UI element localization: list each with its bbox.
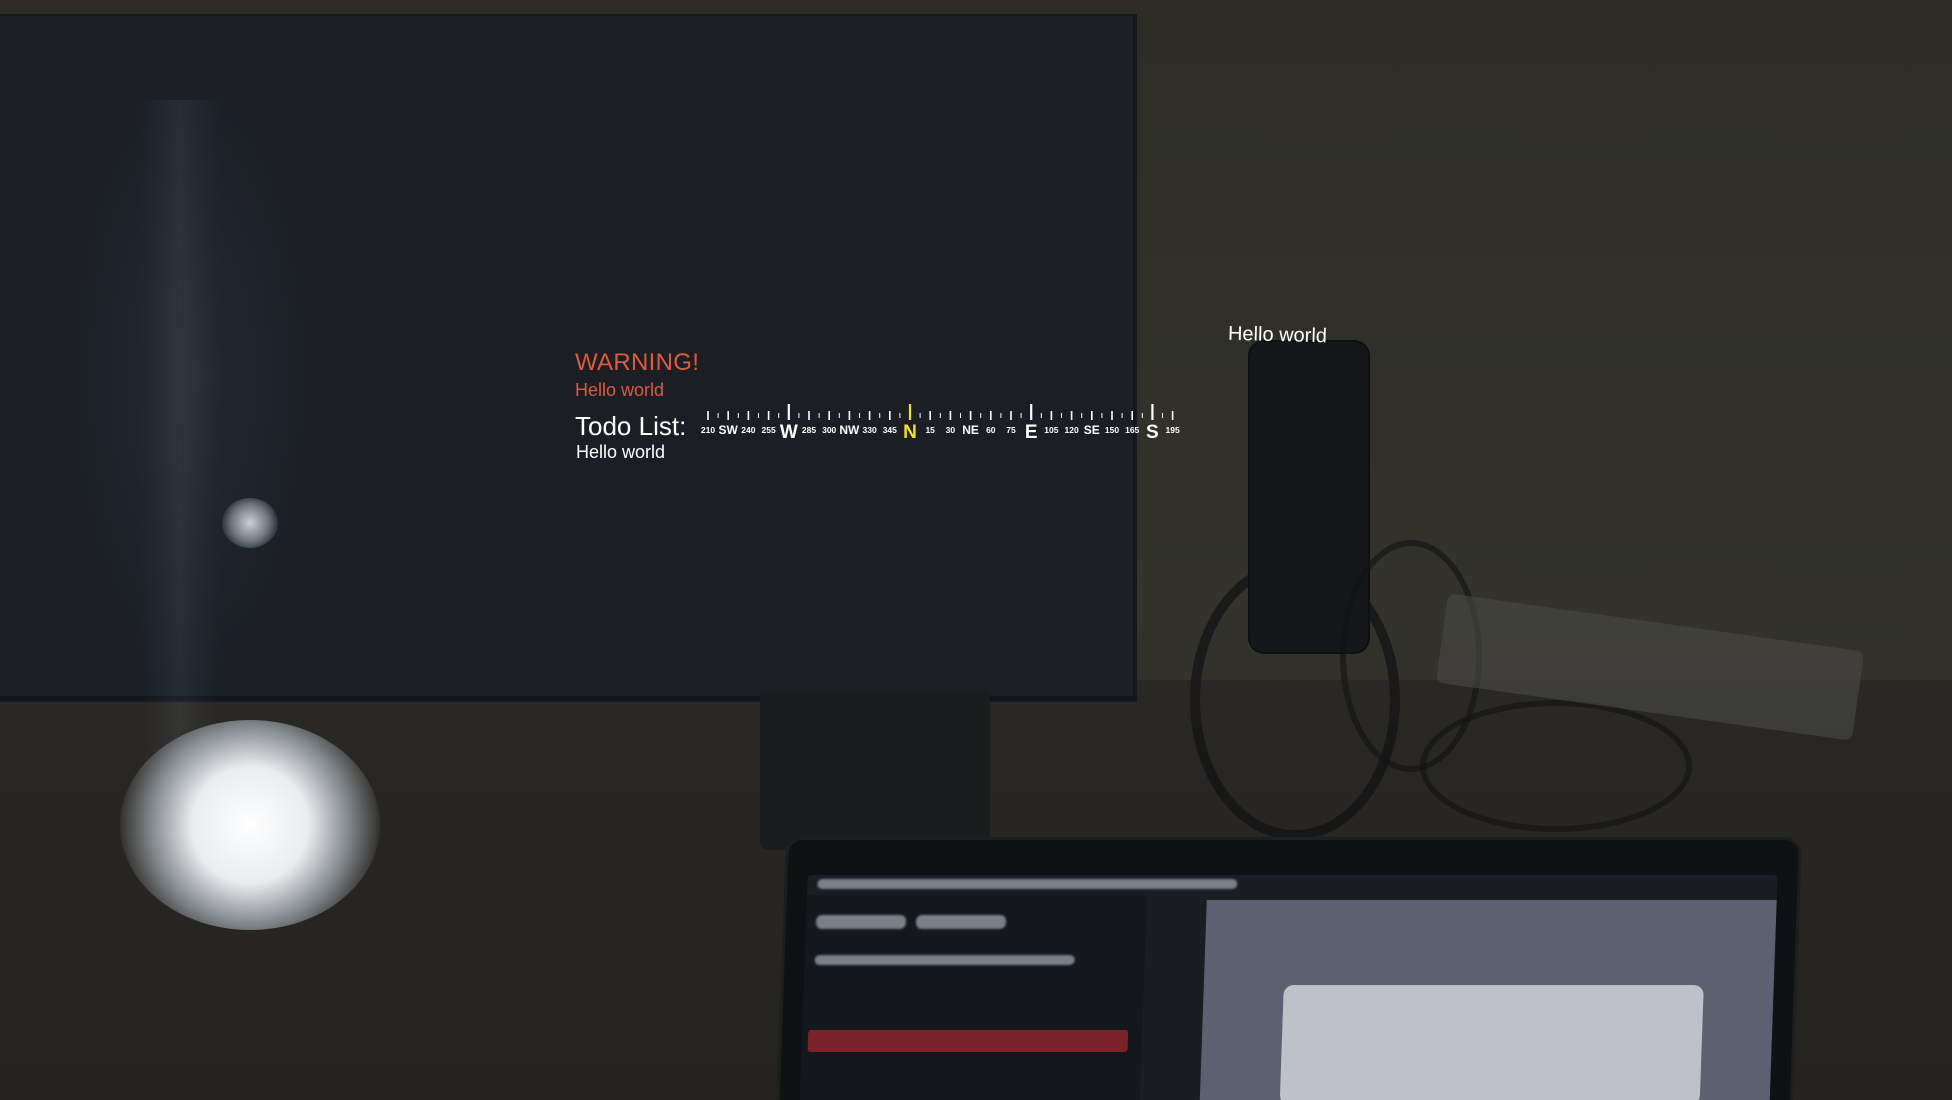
blurred-text — [915, 915, 1007, 929]
floating-label: Hello world — [1227, 322, 1328, 348]
compass-label-nw: NW — [839, 423, 860, 437]
laptop-screen — [799, 875, 1778, 1100]
lens-flare-small — [222, 498, 278, 548]
lens-flare — [120, 720, 380, 930]
compass-label-345: 345 — [883, 425, 897, 435]
laptop — [779, 840, 1799, 1100]
compass-label-se: SE — [1084, 423, 1100, 437]
compass-label-150: 150 — [1105, 425, 1119, 435]
compass-label-30: 30 — [946, 425, 956, 435]
compass-label-330: 330 — [863, 425, 877, 435]
compass-label-75: 75 — [1006, 425, 1016, 435]
compass-label-240: 240 — [741, 425, 755, 435]
laptop-red-bar — [807, 1030, 1129, 1052]
light-streak — [140, 100, 220, 800]
laptop-menubar — [817, 879, 1238, 889]
compass-label-255: 255 — [762, 425, 776, 435]
blurred-text — [815, 915, 907, 929]
todo-list-label: Todo List: — [575, 411, 687, 441]
compass-label-w: W — [780, 422, 798, 443]
compass-label-165: 165 — [1125, 425, 1139, 435]
warning-message: Hello world — [575, 380, 665, 400]
compass-label-s: S — [1146, 422, 1159, 443]
compass-label-sw: SW — [719, 423, 739, 437]
todo-list-item: Hello world — [576, 442, 666, 462]
compass-label-105: 105 — [1044, 425, 1058, 435]
laptop-left-pane — [799, 895, 1147, 1100]
monitor-stand — [760, 690, 990, 850]
laptop-image-card — [1279, 985, 1704, 1100]
camera-passthrough-background — [0, 0, 1952, 1100]
compass-label-195: 195 — [1166, 425, 1180, 435]
compass-svg: 210 SW 240 255 W 285 300 NW 330 345 N 15 30 NE 60 75 E 10… — [701, 404, 1180, 443]
compass-label-n: N — [903, 422, 917, 443]
compass-label-60: 60 — [986, 425, 996, 435]
compass-label-120: 120 — [1065, 425, 1079, 435]
compass-label-ne: NE — [962, 423, 979, 437]
compass-label-e: E — [1025, 422, 1038, 443]
compass-label-300: 300 — [822, 425, 836, 435]
compass-label-15: 15 — [925, 425, 935, 435]
blurred-text — [814, 955, 1075, 965]
compass-label-285: 285 — [802, 425, 816, 435]
compass-heading-bar: 210 SW 240 255 W 285 300 NW 330 345 N 15 30 NE 60 75 E 10… — [698, 398, 1186, 448]
compass-label-210: 210 — [701, 425, 715, 435]
warning-title: WARNING! — [575, 349, 700, 376]
cable — [1420, 700, 1692, 832]
